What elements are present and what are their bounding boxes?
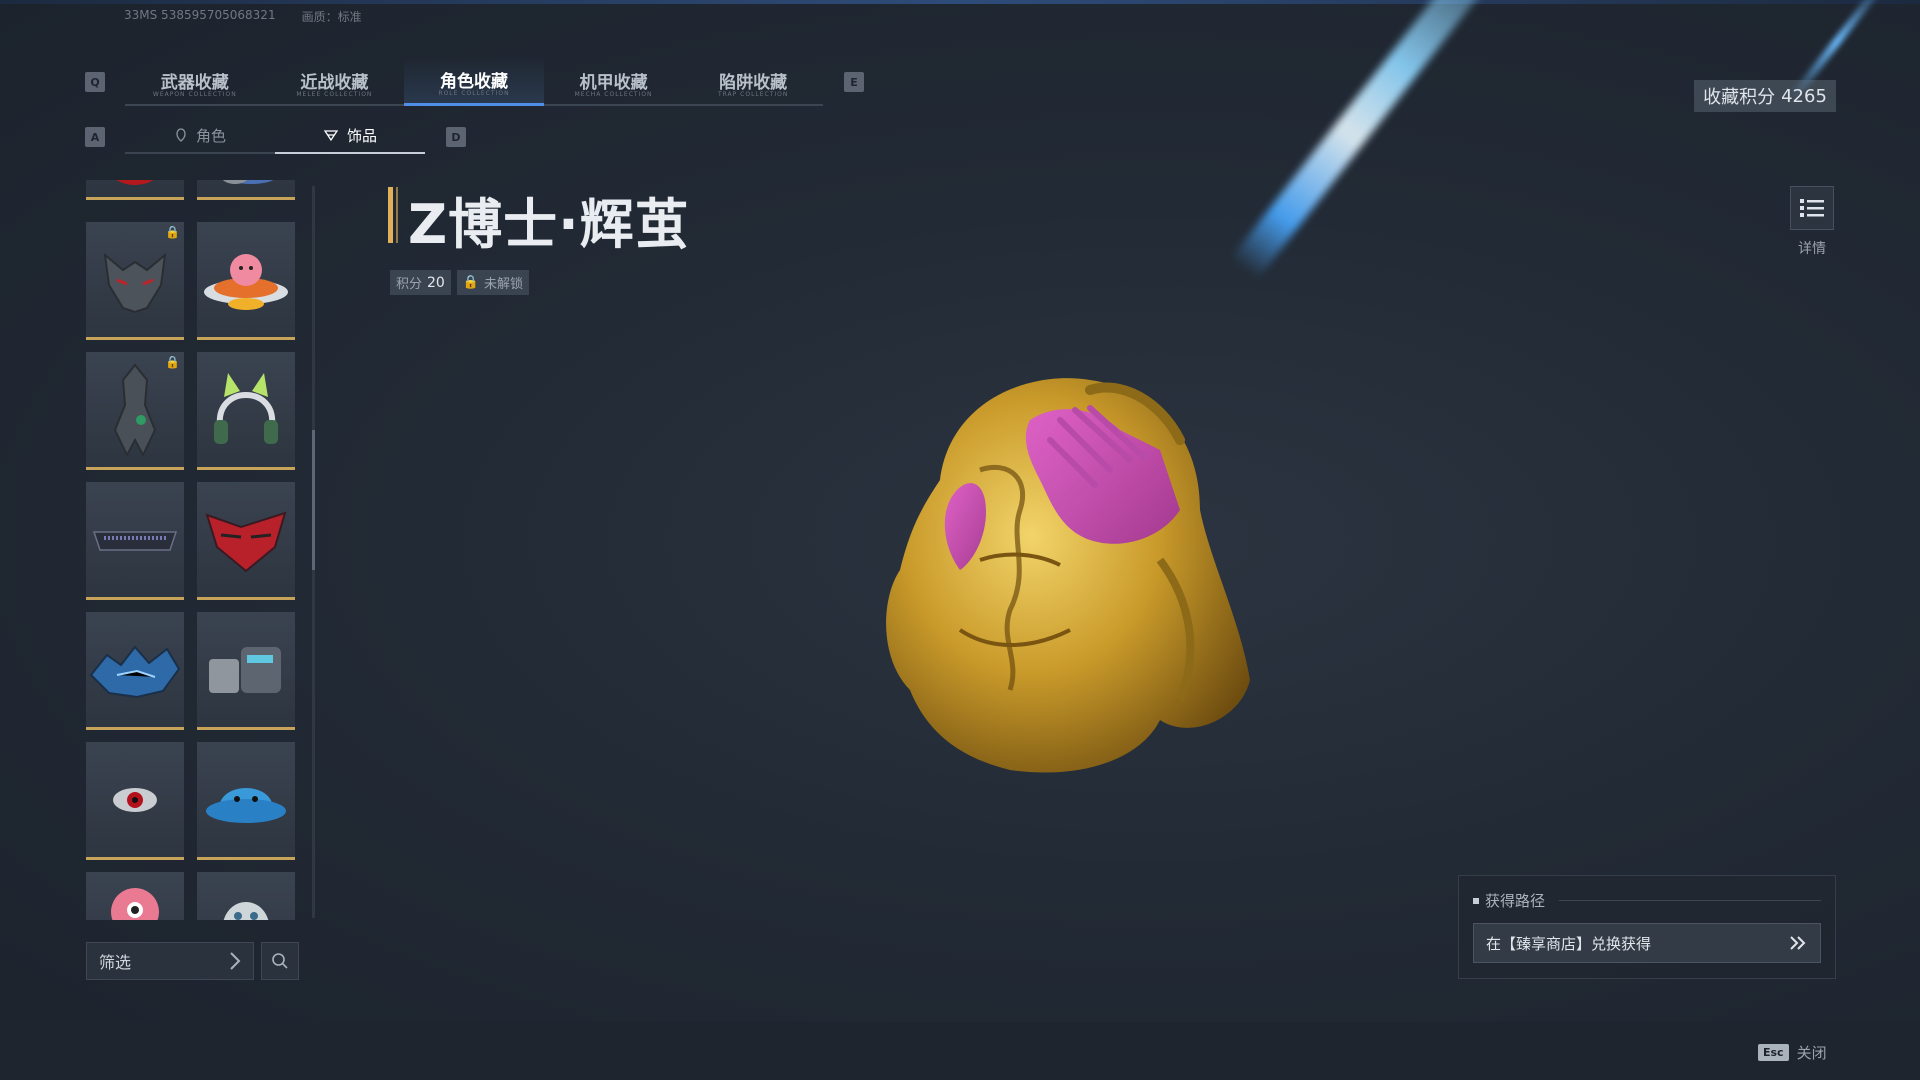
filter-button[interactable]: 筛选	[86, 942, 254, 980]
blue-bucket-hat-thumbnail	[206, 787, 286, 823]
subtab-label: 饰品	[346, 126, 377, 145]
lock-icon: 🔒	[165, 225, 180, 239]
acquisition-panel: 获得路径 在【臻享商店】兑换获得	[1458, 875, 1836, 979]
acquisition-header-label: 获得路径	[1485, 892, 1546, 910]
tab-sublabel: TRAP COLLECTION	[717, 91, 789, 98]
header-divider	[1559, 900, 1821, 901]
title-accent-bar	[388, 187, 393, 243]
chevron-right-icon	[230, 952, 241, 970]
ice-dragon-helm-thumbnail	[89, 644, 181, 698]
wolf-mask-thumbnail	[103, 252, 167, 313]
tab-sublabel: WEAPON COLLECTION	[152, 91, 237, 98]
double-chevron-right-icon	[1790, 936, 1806, 950]
bottom-bar	[0, 1022, 1920, 1080]
grid-item-pig-ufo[interactable]	[197, 222, 295, 340]
esc-key-hint: Esc	[1758, 1044, 1789, 1061]
grid-item-red-accessory[interactable]	[86, 180, 184, 200]
tab-label: 近战收藏	[300, 72, 369, 93]
tab-role-collection[interactable]: 角色收藏 ROLE COLLECTION	[404, 56, 544, 106]
tab-melee-collection[interactable]: 近战收藏 MELEE COLLECTION	[264, 56, 405, 106]
character-icon	[176, 128, 186, 142]
lock-status-badge: 🔒 未解锁	[456, 270, 530, 295]
bullet-square-icon	[1473, 897, 1479, 904]
grid-item-ice-dragon-helm[interactable]	[86, 612, 184, 730]
red-accessory-thumbnail	[116, 180, 154, 185]
acquisition-source-text: 在【臻享商店】兑换获得	[1486, 934, 1652, 953]
collection-score-value: 4265	[1781, 85, 1827, 107]
next-subtab-key-hint[interactable]: D	[446, 127, 466, 147]
grid-scrollbar-thumb[interactable]	[312, 430, 315, 570]
session-meta: 33MS 538595705068321 画质：标准	[124, 8, 362, 25]
filter-label: 筛选	[99, 953, 132, 972]
accessory-grid[interactable]: 🔒 🔒	[86, 180, 298, 920]
prev-subtab-key-hint[interactable]: A	[85, 127, 105, 147]
tab-trap-collection[interactable]: 陷阱收藏 TRAP COLLECTION	[683, 56, 823, 106]
collection-score: 收藏积分 4265	[1694, 80, 1836, 112]
title-accent-bar-thin	[396, 187, 398, 243]
search-icon	[272, 953, 288, 969]
subtab-accessory[interactable]: 饰品	[275, 118, 425, 154]
cat-ear-headphones-thumbnail	[214, 372, 278, 444]
item-title: Z博士·辉茧	[408, 193, 690, 256]
eye-ring-thumbnail	[113, 787, 157, 812]
search-button[interactable]	[261, 942, 299, 980]
points-value: 20	[427, 274, 445, 291]
lock-icon: 🔒	[165, 355, 180, 369]
grid-item-pink-creature[interactable]	[86, 872, 184, 920]
tab-sublabel: MELEE COLLECTION	[296, 91, 373, 98]
prev-tab-key-hint[interactable]: Q	[85, 72, 105, 92]
item-3d-preview[interactable]	[860, 360, 1260, 780]
lock-icon: 🔒	[462, 275, 480, 290]
points-badge: 积分 20	[390, 270, 451, 295]
light-beam-decoration	[1230, 0, 1522, 280]
red-demon-mask-thumbnail	[205, 510, 287, 572]
robot-dome-thumbnail	[223, 902, 269, 920]
grid-item-wolf-mask[interactable]: 🔒	[86, 222, 184, 340]
points-label: 积分	[396, 277, 423, 292]
dark-armor-figure-thumbnail	[113, 362, 157, 457]
item-badges: 积分 20 🔒 未解锁	[390, 270, 530, 295]
detail-label: 详情	[1798, 241, 1826, 257]
tab-sublabel: MECHA COLLECTION	[574, 91, 653, 98]
pink-creature-thumbnail	[111, 888, 159, 920]
acquisition-header: 获得路径	[1473, 890, 1821, 911]
grid-item-blue-bucket-hat[interactable]	[197, 742, 295, 860]
grid-item-robot-dome[interactable]	[197, 872, 295, 920]
tab-mecha-collection[interactable]: 机甲收藏 MECHA COLLECTION	[543, 56, 684, 106]
detail-button[interactable]	[1790, 186, 1834, 230]
accessory-icon	[323, 130, 339, 142]
tab-label: 陷阱收藏	[719, 72, 788, 93]
grid-item-cat-ear-headphones[interactable]	[197, 352, 295, 470]
blue-accessory-thumbnail	[222, 180, 274, 184]
subtab-label: 角色	[195, 126, 226, 145]
collection-score-label: 收藏积分	[1703, 87, 1776, 108]
list-icon	[1800, 199, 1824, 217]
grid-item-dark-armor-figure[interactable]: 🔒	[86, 352, 184, 470]
grid-item-red-demon-mask[interactable]	[197, 482, 295, 600]
tab-label: 角色收藏	[439, 72, 508, 92]
pig-ufo-thumbnail	[204, 253, 288, 310]
next-tab-key-hint[interactable]: E	[844, 72, 864, 92]
grid-item-mech-gauntlet[interactable]	[197, 612, 295, 730]
tab-weapon-collection[interactable]: 武器收藏 WEAPON COLLECTION	[125, 56, 265, 106]
grid-item-visor-glasses[interactable]	[86, 482, 184, 600]
top-accent-line	[0, 0, 1920, 4]
close-button[interactable]: Esc 关闭	[1758, 1042, 1827, 1063]
lock-status-label: 未解锁	[484, 277, 524, 292]
tab-label: 机甲收藏	[579, 72, 648, 93]
grid-item-eye-ring[interactable]	[86, 742, 184, 860]
close-label: 关闭	[1796, 1044, 1827, 1062]
acquisition-source-button[interactable]: 在【臻享商店】兑换获得	[1473, 923, 1821, 963]
collection-tabs: 武器收藏 WEAPON COLLECTION 近战收藏 MELEE COLLECTI…	[125, 56, 823, 106]
tab-sublabel: ROLE COLLECTION	[438, 90, 510, 97]
visor-glasses-thumbnail	[92, 530, 178, 551]
subtab-character[interactable]: 角色	[125, 118, 275, 154]
tab-label: 武器收藏	[160, 72, 229, 93]
grid-item-blue-accessory[interactable]	[197, 180, 295, 200]
collection-subtabs: 角色 饰品	[125, 118, 425, 154]
quality-setting: 画质：标准	[301, 10, 362, 24]
mech-gauntlet-thumbnail	[209, 646, 281, 693]
session-id: 33MS 538595705068321	[124, 8, 276, 22]
